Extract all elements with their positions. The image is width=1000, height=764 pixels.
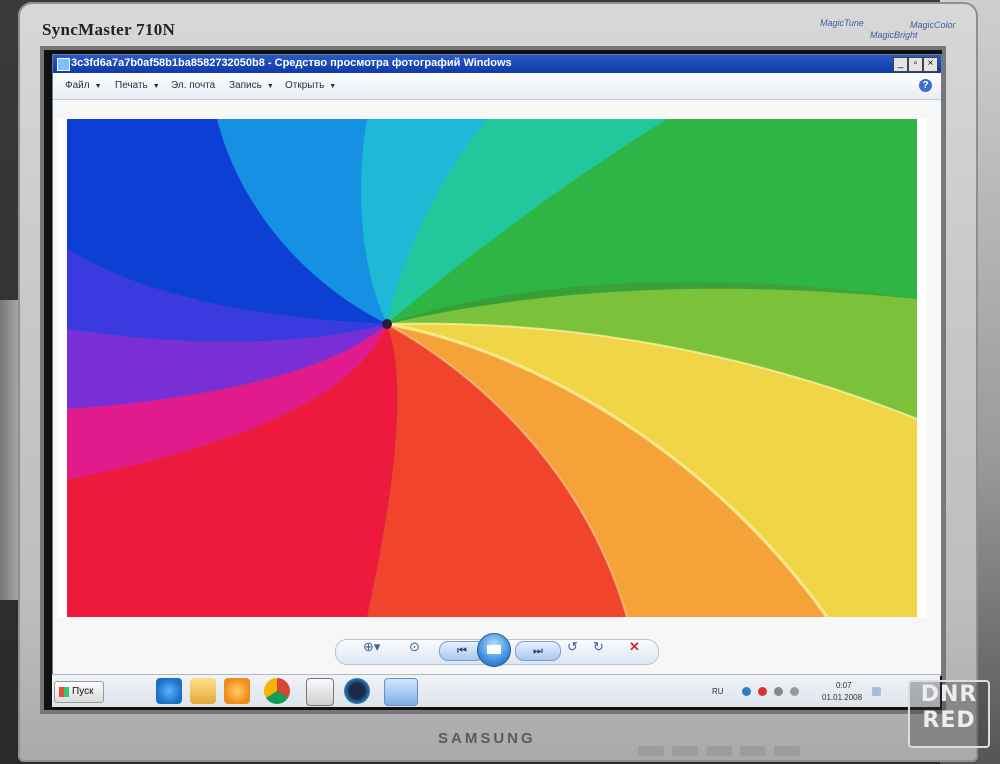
tray-volume-icon[interactable] xyxy=(774,687,783,696)
rotate-left-icon[interactable]: ↺ xyxy=(567,639,578,655)
photo-viewer-window: 3c3fd6a7a7b0af58b1ba8582732050b8 - Средс… xyxy=(52,54,942,676)
language-indicator[interactable]: RU xyxy=(712,687,724,696)
counter-icon[interactable] xyxy=(306,678,334,706)
menu-print-label: Печать xyxy=(115,80,148,91)
clock-date[interactable]: 01.01.2008 xyxy=(822,693,862,702)
titlebar[interactable]: 3c3fd6a7a7b0af58b1ba8582732050b8 - Средс… xyxy=(53,55,941,73)
monitor-button[interactable] xyxy=(740,746,766,756)
menu-open-label: Открыть xyxy=(285,80,325,91)
actual-size-icon[interactable]: ⊙ xyxy=(409,639,420,655)
media-player-icon[interactable] xyxy=(224,678,250,704)
watermark-line1: DNR xyxy=(920,682,978,707)
viewer-controls: ⊕▾ ⊙ ⏮ ⏭ ↺ ↻ ✕ xyxy=(53,629,941,669)
window-title: 3c3fd6a7a7b0af58b1ba8582732050b8 - Средс… xyxy=(71,57,512,69)
monitor-brand: SAMSUNG xyxy=(438,730,536,747)
chevron-down-icon: ▼ xyxy=(266,83,274,90)
restore-button[interactable]: ▫ xyxy=(908,57,923,72)
close-button[interactable]: × xyxy=(923,57,938,72)
photo-frame xyxy=(57,119,927,617)
folder-icon[interactable] xyxy=(190,678,216,704)
menu-burn-label: Запись xyxy=(229,80,262,91)
watermark-line2: RED xyxy=(922,708,976,733)
ccleaner-icon[interactable] xyxy=(344,678,370,704)
tray-signal-icon[interactable] xyxy=(790,687,799,696)
menu-burn[interactable]: Запись ▼ xyxy=(229,80,274,91)
menu-open[interactable]: Открыть ▼ xyxy=(285,80,336,91)
minimize-button[interactable]: _ xyxy=(893,57,908,72)
slideshow-icon xyxy=(487,645,501,654)
monitor-button[interactable] xyxy=(706,746,732,756)
menu-email-label: Эл. почта xyxy=(171,80,216,91)
slideshow-button[interactable] xyxy=(477,633,511,667)
menu-file-label: Файл xyxy=(65,80,90,91)
photo-viewer-icon xyxy=(57,58,70,71)
menu-print[interactable]: Печать ▼ xyxy=(115,80,160,91)
clock-time[interactable]: 0:07 xyxy=(836,681,852,690)
show-desktop-icon[interactable] xyxy=(872,687,881,696)
start-button[interactable]: Пуск xyxy=(54,681,104,703)
tray-antivirus-icon[interactable] xyxy=(758,687,767,696)
windows-logo-icon xyxy=(59,687,69,697)
monitor-button[interactable] xyxy=(774,746,800,756)
monitor-buttons[interactable] xyxy=(638,746,898,760)
rotate-right-icon[interactable]: ↻ xyxy=(593,639,604,655)
photo-swirl xyxy=(67,119,917,617)
monitor-button[interactable] xyxy=(638,746,664,756)
watermark-logo: DNR RED xyxy=(908,680,990,748)
chrome-icon[interactable] xyxy=(264,678,290,704)
chevron-down-icon: ▼ xyxy=(152,83,160,90)
photo-viewer-taskbar-icon[interactable] xyxy=(384,678,418,706)
monitor-model: SyncMaster 710N xyxy=(42,20,176,39)
ie-icon[interactable] xyxy=(156,678,182,704)
magic-logo-1: MagicTune xyxy=(820,18,864,28)
next-button[interactable]: ⏭ xyxy=(515,641,561,661)
chevron-down-icon: ▼ xyxy=(94,83,102,90)
help-icon[interactable]: ? xyxy=(919,79,932,92)
monitor-button[interactable] xyxy=(672,746,698,756)
start-label: Пуск xyxy=(72,686,94,697)
zoom-icon[interactable]: ⊕▾ xyxy=(363,639,380,655)
menu-file[interactable]: Файл ▼ xyxy=(65,80,102,91)
taskbar: Пуск RU 0:07 01.01.2008 xyxy=(52,674,940,707)
delete-icon[interactable]: ✕ xyxy=(629,639,640,655)
menubar: Файл ▼ Печать ▼ Эл. почта Запись ▼ Открыть ▼… xyxy=(53,73,941,100)
tray-network-icon[interactable] xyxy=(742,687,751,696)
magic-logo-2: MagicBright xyxy=(870,30,918,40)
chevron-down-icon: ▼ xyxy=(329,83,337,90)
menu-email[interactable]: Эл. почта xyxy=(171,80,215,91)
magic-logos: MagicTune MagicBright MagicColor xyxy=(820,16,960,46)
magic-logo-3: MagicColor xyxy=(910,20,956,30)
